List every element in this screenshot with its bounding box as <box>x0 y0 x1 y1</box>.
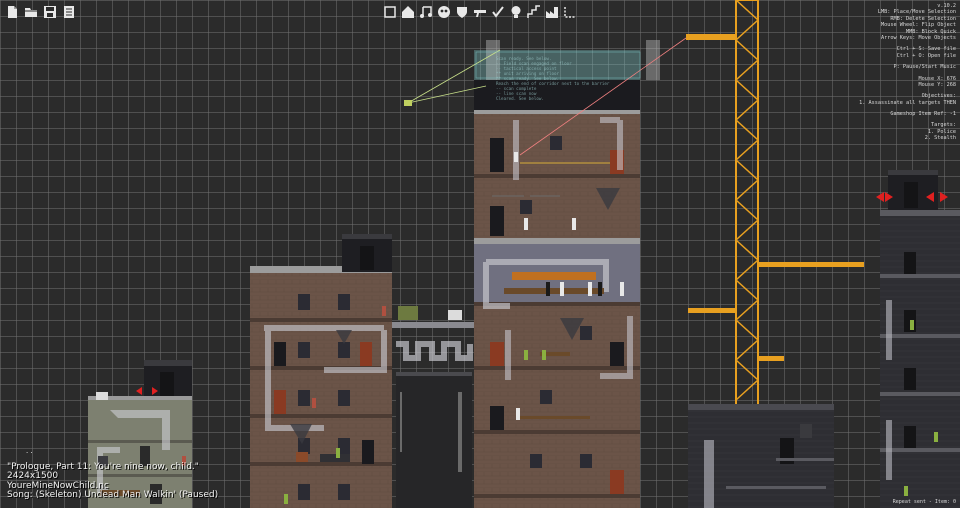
terminal-line: Cleared. See below. <box>496 96 544 101</box>
building-tower <box>474 40 660 508</box>
walkway-pipes <box>392 306 474 508</box>
help-line: 2. Stealth <box>924 135 956 142</box>
object-toolbar <box>382 4 577 19</box>
music-note-tool-icon[interactable] <box>418 4 433 19</box>
terminal-log: Scan ready. See below. -- Field scan enga… <box>496 56 646 101</box>
corner-select-tool-icon[interactable] <box>562 4 577 19</box>
sleep-marker: . . <box>26 447 33 455</box>
house-tool-icon[interactable] <box>400 4 415 19</box>
gun-tool-icon[interactable] <box>472 4 487 19</box>
list-icon[interactable] <box>61 4 76 19</box>
building-mid-left <box>250 234 392 508</box>
new-file-icon[interactable] <box>4 4 19 19</box>
building-dark-lower <box>688 404 834 508</box>
open-folder-icon[interactable] <box>23 4 38 19</box>
save-icon[interactable] <box>42 4 57 19</box>
panda-tool-icon[interactable] <box>436 4 451 19</box>
square-tool-icon[interactable] <box>382 4 397 19</box>
file-toolbar <box>4 4 76 19</box>
checkmark-tool-icon[interactable] <box>490 4 505 19</box>
level-song: Song: (Skeleton) Undead Man Walkin' (Pau… <box>7 490 219 501</box>
stairs-tool-icon[interactable] <box>526 4 541 19</box>
factory-tool-icon[interactable] <box>544 4 559 19</box>
lightbulb-tool-icon[interactable] <box>508 4 523 19</box>
shield-tool-icon[interactable] <box>454 4 469 19</box>
status-text: Repeat sent - Item: 0 <box>892 499 956 505</box>
building-right <box>876 170 960 508</box>
controls-help-panel: v.10.2 LMB: Place/Move Selection RMB: Dele… <box>806 3 956 142</box>
level-info: "Prologue, Part 11: You're nine now, chi… <box>7 462 219 501</box>
